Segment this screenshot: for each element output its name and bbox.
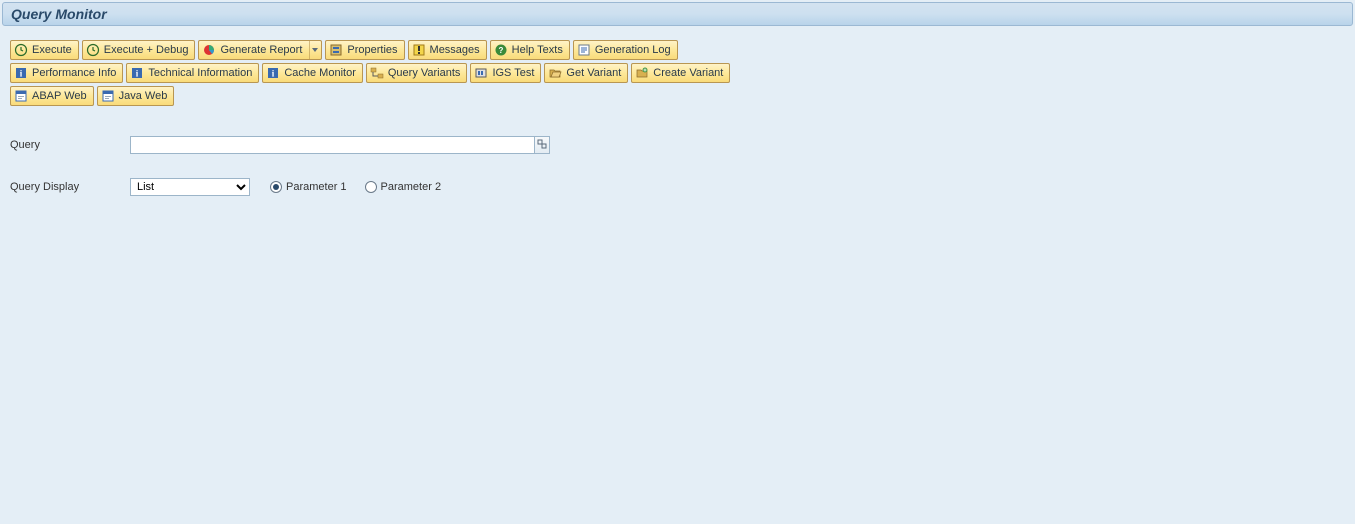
java-web-button[interactable]: Java Web bbox=[97, 86, 175, 106]
folder-new-icon bbox=[635, 66, 649, 80]
get-variant-button[interactable]: Get Variant bbox=[544, 63, 628, 83]
abap-web-button[interactable]: ABAP Web bbox=[10, 86, 94, 106]
button-label: Query Variants bbox=[388, 67, 461, 79]
technical-info-button[interactable]: i Technical Information bbox=[126, 63, 259, 83]
generate-report-button[interactable]: Generate Report bbox=[198, 40, 322, 60]
execute-debug-button[interactable]: Execute + Debug bbox=[82, 40, 196, 60]
query-input-wrap bbox=[130, 136, 550, 154]
toolbar-row-3: ABAP Web Java Web bbox=[10, 86, 1345, 106]
button-label: Get Variant bbox=[566, 67, 621, 79]
toolbar-row-2: i Performance Info i Technical Informati… bbox=[10, 63, 1345, 83]
query-row: Query bbox=[10, 136, 1345, 154]
toolbar: Execute Execute + Debug Generate Report bbox=[10, 40, 1345, 106]
parameter-1-radio[interactable]: Parameter 1 bbox=[270, 181, 347, 193]
generation-log-button[interactable]: Generation Log bbox=[573, 40, 678, 60]
pie-chart-icon bbox=[202, 43, 216, 57]
query-display-row: Query Display List Parameter 1 Parameter… bbox=[10, 178, 1345, 196]
info-icon: i bbox=[14, 66, 28, 80]
button-label: Performance Info bbox=[32, 67, 116, 79]
button-label: ABAP Web bbox=[32, 90, 87, 102]
toolbar-row-1: Execute Execute + Debug Generate Report bbox=[10, 40, 1345, 60]
info-icon: i bbox=[130, 66, 144, 80]
button-label: Help Texts bbox=[512, 44, 563, 56]
test-icon bbox=[474, 66, 488, 80]
query-input[interactable] bbox=[130, 136, 550, 154]
parameter-radio-group: Parameter 1 Parameter 2 bbox=[270, 181, 441, 193]
parameter-2-radio[interactable]: Parameter 2 bbox=[365, 181, 442, 193]
warning-icon bbox=[412, 43, 426, 57]
f4-help-button[interactable] bbox=[534, 136, 550, 154]
info-icon: i bbox=[266, 66, 280, 80]
query-display-dropdown[interactable]: List bbox=[130, 178, 250, 196]
clock-run-icon bbox=[86, 43, 100, 57]
button-label: Messages bbox=[430, 44, 480, 56]
query-display-label: Query Display bbox=[10, 181, 130, 193]
folder-open-icon bbox=[548, 66, 562, 80]
page-title: Query Monitor bbox=[11, 6, 107, 22]
button-label: Java Web bbox=[119, 90, 168, 102]
button-label: Technical Information bbox=[148, 67, 252, 79]
content-area: Execute Execute + Debug Generate Report bbox=[0, 28, 1355, 206]
button-label: IGS Test bbox=[492, 67, 534, 79]
create-variant-button[interactable]: Create Variant bbox=[631, 63, 730, 83]
radio-label: Parameter 2 bbox=[381, 181, 442, 193]
radio-label: Parameter 1 bbox=[286, 181, 347, 193]
button-label: Cache Monitor bbox=[284, 67, 356, 79]
log-icon bbox=[577, 43, 591, 57]
form-area: Query Query Display List Parameter 1 bbox=[10, 136, 1345, 196]
svg-text:?: ? bbox=[498, 46, 503, 55]
properties-button[interactable]: Properties bbox=[325, 40, 404, 60]
button-label: Generation Log bbox=[595, 44, 671, 56]
help-texts-button[interactable]: ? Help Texts bbox=[490, 40, 570, 60]
execute-button[interactable]: Execute bbox=[10, 40, 79, 60]
button-label: Execute bbox=[32, 44, 72, 56]
clock-run-icon bbox=[14, 43, 28, 57]
button-label: Execute + Debug bbox=[104, 44, 189, 56]
web-page-icon bbox=[101, 89, 115, 103]
query-label: Query bbox=[10, 139, 130, 151]
folder-tree-icon bbox=[370, 66, 384, 80]
button-label: Properties bbox=[347, 44, 397, 56]
title-bar: Query Monitor bbox=[2, 2, 1353, 26]
web-page-icon bbox=[14, 89, 28, 103]
help-icon: ? bbox=[494, 43, 508, 57]
button-label: Create Variant bbox=[653, 67, 723, 79]
radio-unchecked-icon bbox=[365, 181, 377, 193]
button-label: Generate Report bbox=[220, 44, 302, 56]
query-variants-button[interactable]: Query Variants bbox=[366, 63, 468, 83]
messages-button[interactable]: Messages bbox=[408, 40, 487, 60]
performance-info-button[interactable]: i Performance Info bbox=[10, 63, 123, 83]
igs-test-button[interactable]: IGS Test bbox=[470, 63, 541, 83]
radio-checked-icon bbox=[270, 181, 282, 193]
search-help-icon bbox=[537, 139, 547, 152]
cache-monitor-button[interactable]: i Cache Monitor bbox=[262, 63, 363, 83]
properties-icon bbox=[329, 43, 343, 57]
dropdown-arrow-icon[interactable] bbox=[309, 41, 319, 59]
